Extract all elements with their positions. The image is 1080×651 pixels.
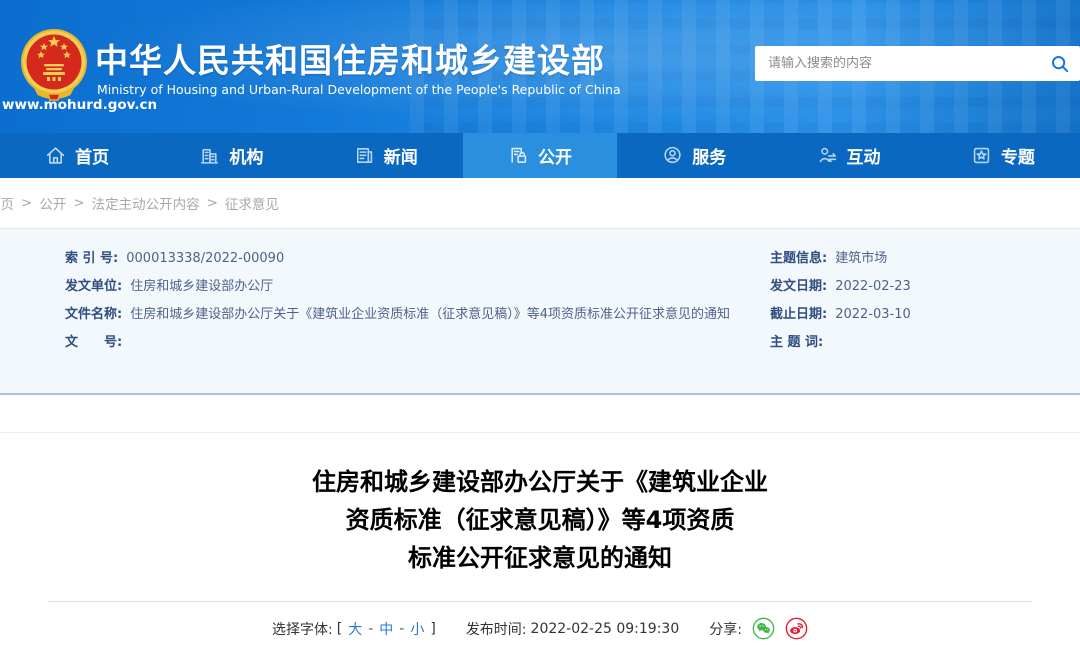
meta-column-left: 索 引 号: 000013338/2022-00090 发文单位: 住房和城乡建设部… <box>65 245 730 357</box>
wechat-icon[interactable] <box>752 617 775 640</box>
nav-label: 专题 <box>1000 148 1035 168</box>
news-icon <box>356 147 372 164</box>
site-title: 中华人民共和国住房和城乡建设部 <box>95 41 605 80</box>
meta-label: 主 题 词: <box>770 335 824 350</box>
site-header: 中华人民共和国住房和城乡建设部 Ministry of Housing and … <box>0 0 1080 133</box>
search-input[interactable] <box>755 56 1040 71</box>
meta-value: 000013338/2022-00090 <box>126 251 285 266</box>
breadcrumb-separator: > <box>206 195 218 211</box>
document-meta-panel: 索 引 号: 000013338/2022-00090 发文单位: 住房和城乡建设部… <box>0 228 1080 395</box>
national-emblem-icon <box>21 29 87 101</box>
nav-label: 互动 <box>846 148 881 168</box>
meta-value: 住房和城乡建设部办公厅关于《建筑业企业资质标准（征求意见稿）》等4项资质标准公开… <box>130 307 730 322</box>
article-title-line: 标准公开征求意见的通知 <box>408 544 672 572</box>
meta-label: 发文单位: <box>65 279 123 294</box>
meta-value: 2022-02-23 <box>835 279 911 294</box>
nav-label: 首页 <box>75 148 110 168</box>
meta-column-right: 主题信息: 建筑市场 发文日期: 2022-02-23 截止日期: 2022-03-1… <box>770 245 1070 357</box>
meta-row-topic-info: 主题信息: 建筑市场 <box>770 245 1070 273</box>
special-topic-icon <box>973 147 990 164</box>
breadcrumb-item-disclosure[interactable]: 公开 <box>39 193 66 213</box>
meta-label: 索 引 号: <box>65 251 119 266</box>
article-title: 住房和城乡建设部办公厅关于《建筑业企业 资质标准（征求意见稿）》等4项资质 标准… <box>0 463 1080 577</box>
bracket-close: ] <box>430 620 436 637</box>
meta-row-index-number: 索 引 号: 000013338/2022-00090 <box>65 245 705 273</box>
font-size-medium-link[interactable]: 中 <box>379 619 393 639</box>
nav-item-special-topic[interactable]: 专题 <box>926 133 1080 178</box>
meta-label: 文 号: <box>65 335 123 350</box>
article-meta-bar: 选择字体: [ 大 - 中 - 小 ] 发布时间: 2022-02-25 09:… <box>0 617 1080 640</box>
meta-row-document-name: 文件名称: 住房和城乡建设部办公厅关于《建筑业企业资质标准（征求意见稿）》等4项资… <box>65 301 730 329</box>
breadcrumb-item-home[interactable]: 首页 <box>0 193 14 213</box>
organization-icon <box>201 148 219 164</box>
site-url: www.mohurd.gov.cn <box>2 97 158 113</box>
dash: - <box>399 620 405 637</box>
search-button[interactable] <box>1040 46 1080 81</box>
meta-row-keywords: 主 题 词: <box>770 329 1070 357</box>
meta-row-deadline: 截止日期: 2022-03-10 <box>770 301 1070 329</box>
nav-item-home[interactable]: 首页 <box>0 133 154 178</box>
breadcrumb-separator: > <box>73 195 85 211</box>
section-divider <box>0 432 1080 433</box>
search-box[interactable] <box>755 46 1080 81</box>
search-icon <box>1052 55 1069 72</box>
meta-label: 文件名称: <box>65 307 123 322</box>
meta-value: 住房和城乡建设部办公厅 <box>130 279 274 294</box>
publish-time-value: 2022-02-25 09:19:30 <box>530 620 680 637</box>
meta-row-issue-date: 发文日期: 2022-02-23 <box>770 273 1070 301</box>
font-size-large-link[interactable]: 大 <box>348 619 362 639</box>
nav-item-service[interactable]: 服务 <box>617 133 771 178</box>
font-size-small-link[interactable]: 小 <box>410 619 424 639</box>
meta-label: 截止日期: <box>770 307 828 322</box>
meta-value: 2022-03-10 <box>835 307 911 322</box>
meta-row-document-number: 文 号: <box>65 329 705 357</box>
nav-item-news[interactable]: 新闻 <box>309 133 463 178</box>
home-icon <box>47 147 65 164</box>
service-icon <box>664 146 681 164</box>
nav-label: 新闻 <box>383 148 418 168</box>
breadcrumb-item-statutory-content[interactable]: 法定主动公开内容 <box>92 193 200 213</box>
breadcrumb: 首页 > 公开 > 法定主动公开内容 > 征求意见 <box>0 178 1080 228</box>
site-subtitle-en: Ministry of Housing and Urban-Rural Deve… <box>97 82 621 97</box>
breadcrumb-separator: > <box>21 195 33 211</box>
publish-time-label: 发布时间: <box>465 621 527 638</box>
meta-value: 建筑市场 <box>835 251 888 266</box>
nav-item-organization[interactable]: 机构 <box>154 133 308 178</box>
dash: - <box>368 620 374 637</box>
disclosure-icon <box>511 147 527 164</box>
main-nav: 首页 机构 新闻 公开 服务 互动 专题 <box>0 133 1080 178</box>
nav-label: 公开 <box>537 148 572 168</box>
meta-label: 发文日期: <box>770 279 828 294</box>
title-footer-divider <box>48 601 1032 602</box>
weibo-icon[interactable] <box>785 617 808 640</box>
font-select-label: 选择字体: <box>272 621 333 638</box>
share-label: 分享: <box>709 621 742 638</box>
nav-item-disclosure[interactable]: 公开 <box>462 133 618 178</box>
article-title-line: 住房和城乡建设部办公厅关于《建筑业企业 <box>312 468 768 496</box>
breadcrumb-item-solicitation[interactable]: 征求意见 <box>225 193 279 213</box>
nav-label: 服务 <box>692 148 727 168</box>
nav-item-interaction[interactable]: 互动 <box>771 133 925 178</box>
article-title-line: 资质标准（征求意见稿）》等4项资质 <box>345 506 735 534</box>
meta-label: 主题信息: <box>770 251 828 266</box>
bracket-open: [ <box>336 620 343 637</box>
meta-row-issuing-unit: 发文单位: 住房和城乡建设部办公厅 <box>65 273 705 301</box>
interaction-icon <box>819 147 836 163</box>
nav-label: 机构 <box>229 148 264 168</box>
